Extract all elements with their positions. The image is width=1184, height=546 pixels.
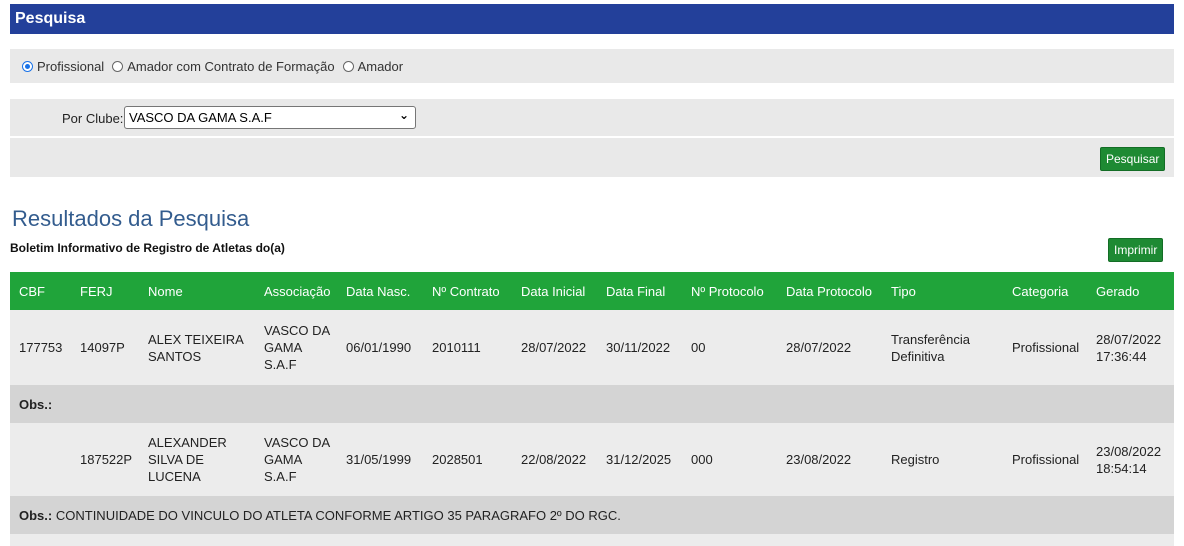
- radio-amador[interactable]: [342, 61, 354, 72]
- cell-ferj: 14097P: [80, 340, 125, 355]
- col-protocolo: Nº Protocolo: [691, 283, 764, 299]
- cell-nome: ALEXANDER SILVA DE LUCENA: [148, 435, 227, 484]
- cell-data-protocolo: 23/08/2022: [786, 452, 852, 467]
- table-row: 177753 14097P ALEX TEIXEIRA SANTOS VASCO…: [10, 310, 1174, 385]
- club-filter-panel: Por Clube: VASCO DA GAMA S.A.F ⌄: [10, 99, 1174, 136]
- obs-cell: Obs.: CONTINUIDADE DO VINCULO DO ATLETA …: [10, 496, 1174, 534]
- cell-data-protocolo: 28/07/2022: [786, 340, 852, 355]
- radio-label-amador[interactable]: Amador: [358, 59, 404, 74]
- chevron-down-icon: ⌄: [398, 108, 409, 122]
- obs-label: Obs.:: [19, 396, 53, 412]
- obs-text: CONTINUIDADE DO VINCULO DO ATLETA CONFOR…: [55, 507, 621, 523]
- cell-cbf: [10, 423, 71, 496]
- cell-data-nasc: 31/05/1999: [346, 452, 412, 467]
- table-header-row: CBF FERJ Nome Associação Data Nasc. Nº C…: [10, 272, 1174, 310]
- cell-associacao: VASCO DA GAMA S.A.F: [264, 323, 330, 372]
- cell-categoria: Profissional: [1012, 340, 1080, 355]
- club-select[interactable]: VASCO DA GAMA S.A.F ⌄: [124, 106, 416, 129]
- club-filter-label: Por Clube:: [62, 111, 124, 126]
- col-tipo: Tipo: [891, 283, 916, 299]
- cell-gerado: 23/08/2022 18:54:14: [1096, 443, 1162, 476]
- cell-data-inicial: 22/08/2022: [521, 452, 587, 467]
- col-gerado: Gerado: [1096, 283, 1140, 299]
- cell-data-final: 31/12/2025: [606, 452, 672, 467]
- col-data-protocolo: Data Protocolo: [786, 283, 872, 299]
- cell-ferj: 187522P: [80, 452, 133, 467]
- cell-tipo: Registro: [891, 452, 940, 467]
- cell-gerado: 28/07/2022 17:36:44: [1096, 331, 1162, 364]
- col-nome: Nome: [148, 283, 183, 299]
- page-header: Pesquisa: [10, 4, 1174, 34]
- obs-row: Obs.:: [10, 385, 1174, 423]
- col-data-final: Data Final: [606, 283, 666, 299]
- page-title: Pesquisa: [15, 10, 86, 27]
- cell-protocolo: 00: [691, 340, 706, 355]
- cell-contrato: 2028501: [432, 452, 483, 467]
- col-contrato: Nº Contrato: [432, 283, 500, 299]
- cell-cbf: 177753: [19, 340, 63, 355]
- radio-profissional[interactable]: [22, 61, 33, 72]
- table-tail: [10, 534, 1174, 546]
- cell-data-nasc: 06/01/1990: [346, 340, 412, 355]
- radio-label-amador-contrato[interactable]: Amador com Contrato de Formação: [127, 59, 334, 74]
- cell-categoria: Profissional: [1012, 452, 1080, 467]
- cell-associacao: VASCO DA GAMA S.A.F: [264, 435, 330, 484]
- col-cbf: CBF: [19, 283, 45, 299]
- col-categoria: Categoria: [1012, 283, 1069, 299]
- results-table: CBF FERJ Nome Associação Data Nasc. Nº C…: [10, 272, 1174, 534]
- col-associacao: Associação: [264, 283, 331, 299]
- club-select-value: VASCO DA GAMA S.A.F: [129, 110, 272, 125]
- obs-label: Obs.:: [19, 507, 53, 523]
- cell-protocolo: 000: [691, 452, 713, 467]
- cell-tipo: Transferência Definitiva: [891, 331, 970, 364]
- results-title: Resultados da Pesquisa: [12, 206, 250, 231]
- cell-data-final: 30/11/2022: [606, 340, 671, 355]
- type-radio-group: Profissional Amador com Contrato de Form…: [22, 59, 411, 74]
- type-filter-panel: Profissional Amador com Contrato de Form…: [10, 49, 1174, 83]
- col-data-inicial: Data Inicial: [521, 283, 586, 299]
- table-row: 187522P ALEXANDER SILVA DE LUCENA VASCO …: [10, 423, 1174, 496]
- search-button[interactable]: Pesquisar: [1100, 147, 1166, 171]
- cell-data-inicial: 28/07/2022: [521, 340, 587, 355]
- cell-nome: ALEX TEIXEIRA SANTOS: [148, 331, 244, 364]
- obs-cell: Obs.:: [10, 385, 1174, 423]
- bulletin-subtitle: Boletim Informativo de Registro de Atlet…: [10, 241, 285, 255]
- search-panel: Pesquisar: [10, 138, 1174, 177]
- cell-contrato: 2010111: [432, 340, 481, 355]
- obs-row: Obs.: CONTINUIDADE DO VINCULO DO ATLETA …: [10, 496, 1174, 534]
- col-ferj: FERJ: [80, 283, 113, 299]
- radio-label-profissional[interactable]: Profissional: [37, 59, 104, 74]
- col-data-nasc: Data Nasc.: [346, 283, 411, 299]
- radio-amador-contrato[interactable]: [112, 61, 124, 72]
- print-button[interactable]: Imprimir: [1108, 238, 1164, 262]
